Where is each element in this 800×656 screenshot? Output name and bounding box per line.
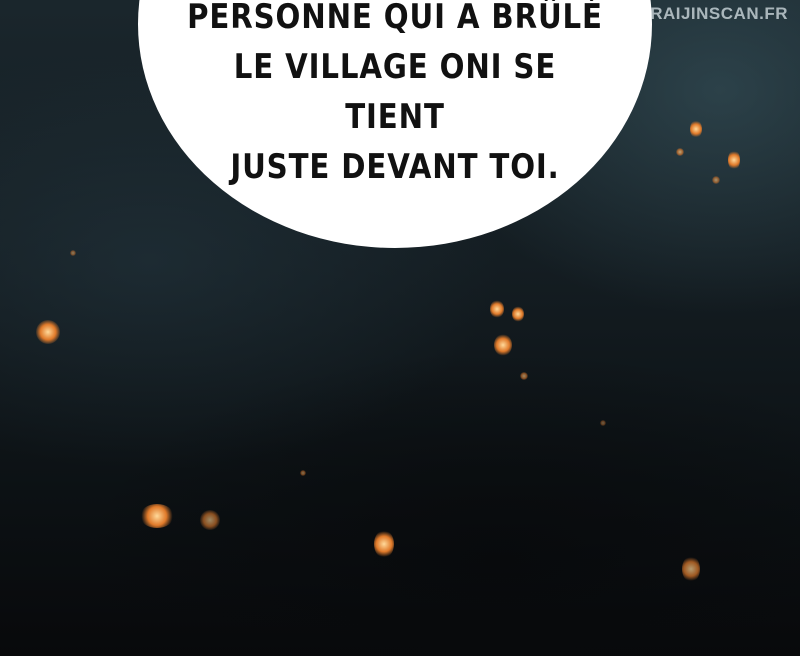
ember <box>712 176 720 184</box>
ember <box>36 320 60 344</box>
ember <box>676 148 684 156</box>
ember <box>70 250 76 256</box>
speech-bubble-text: PERSONNE QUI A BRÛLÉ LE VILLAGE ONI SE T… <box>184 0 605 192</box>
ember <box>690 120 702 138</box>
ember <box>520 372 528 380</box>
speech-line-2: LE VILLAGE ONI SE TIENT <box>233 47 557 137</box>
speech-line-1: PERSONNE QUI A BRÛLÉ <box>187 0 603 37</box>
ember <box>600 420 606 426</box>
speech-line-3: JUSTE DEVANT TOI. <box>230 147 560 187</box>
ember <box>682 556 700 582</box>
ember <box>512 306 524 322</box>
ember <box>728 150 740 170</box>
watermark: RAIJINSCAN.FR <box>650 4 788 23</box>
ember <box>300 470 306 476</box>
ember <box>374 530 394 558</box>
ember <box>490 300 504 318</box>
ember <box>494 334 512 356</box>
ember <box>200 510 220 530</box>
manga-panel: PERSONNE QUI A BRÛLÉ LE VILLAGE ONI SE T… <box>0 0 800 656</box>
ember <box>140 504 174 528</box>
